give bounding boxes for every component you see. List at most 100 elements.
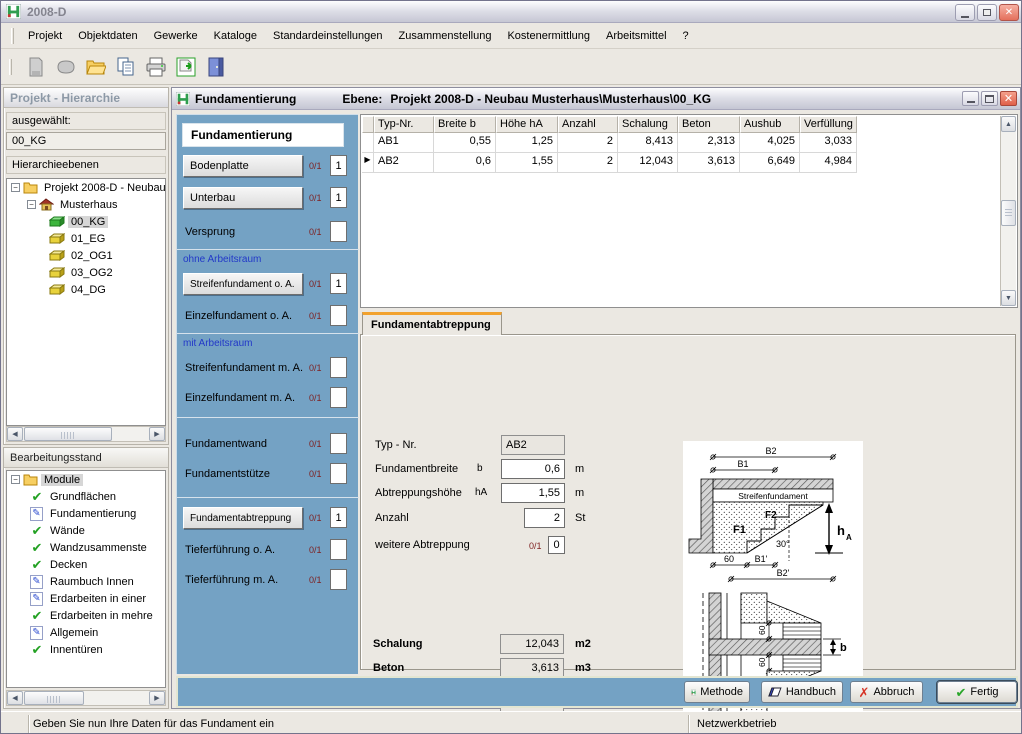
beton-field: 3,613	[500, 658, 564, 678]
hierarchy-hscrollbar[interactable]: ◀ ▶	[6, 426, 166, 442]
column-header[interactable]: Anzahl	[558, 116, 618, 133]
type-label-tieferfuehrung-ma[interactable]: Tieferführung m. A.	[185, 569, 278, 591]
menu-zusammenstellung[interactable]: Zusammenstellung	[391, 27, 500, 45]
type-button-unterbau[interactable]: Unterbau	[183, 187, 303, 209]
module-item-wandzusammenstellung[interactable]: ✔Wandzusammenste	[7, 539, 165, 556]
exit-door-icon[interactable]	[204, 55, 228, 79]
collapse-icon[interactable]: −	[11, 475, 20, 484]
count-field[interactable]: 1	[330, 273, 347, 294]
scroll-thumb[interactable]	[24, 427, 112, 441]
count-field[interactable]	[330, 433, 347, 454]
tree-item-level-03og2[interactable]: 03_OG2	[7, 264, 165, 281]
menu-kataloge[interactable]: Kataloge	[206, 27, 265, 45]
minimize-button[interactable]	[955, 4, 975, 21]
count-field[interactable]	[330, 569, 347, 590]
menu-help[interactable]: ?	[675, 27, 697, 45]
type-label-fundamentwand[interactable]: Fundamentwand	[185, 433, 267, 455]
module-item-decken[interactable]: ✔Decken	[7, 556, 165, 573]
type-button-fundamentabtreppung[interactable]: Fundamentabtreppung	[183, 507, 303, 529]
scroll-thumb[interactable]	[1001, 200, 1016, 226]
column-header[interactable]: Aushub	[740, 116, 800, 133]
weitere-abtreppung-input[interactable]	[548, 536, 565, 554]
tree-item-module-root[interactable]: − Module	[7, 471, 165, 488]
type-label-versprung[interactable]: Versprung	[185, 221, 235, 243]
type-button-bodenplatte[interactable]: Bodenplatte	[183, 155, 303, 177]
column-header[interactable]: Typ-Nr.	[374, 116, 434, 133]
tree-item-project[interactable]: − Projekt 2008-D - Neubau	[7, 179, 165, 196]
progress-hscrollbar[interactable]: ◀ ▶	[6, 690, 166, 706]
tree-item-level-01eg[interactable]: 01_EG	[7, 230, 165, 247]
collapse-icon[interactable]: −	[27, 200, 36, 209]
restore-button[interactable]	[977, 4, 997, 21]
tab-fundamentabtreppung[interactable]: Fundamentabtreppung	[362, 312, 502, 335]
tree-item-level-02og1[interactable]: 02_OG1	[7, 247, 165, 264]
column-header[interactable]: Beton	[678, 116, 740, 133]
scroll-right-icon[interactable]: ▶	[149, 691, 165, 705]
print-icon[interactable]	[144, 55, 168, 79]
tree-item-level-04dg[interactable]: 04_DG	[7, 281, 165, 298]
scroll-up-icon[interactable]: ▲	[1001, 116, 1016, 132]
scroll-down-icon[interactable]: ▼	[1001, 290, 1016, 306]
count-field[interactable]	[330, 539, 347, 560]
module-minimize-button[interactable]	[962, 91, 979, 106]
scroll-left-icon[interactable]: ◀	[7, 691, 23, 705]
module-item-allgemein[interactable]: ✎Allgemein	[7, 624, 165, 641]
count-field[interactable]: 1	[330, 155, 347, 176]
column-header[interactable]: Verfüllung	[800, 116, 857, 133]
module-item-erdarbeiten-einer[interactable]: ✎Erdarbeiten in einer	[7, 590, 165, 607]
column-header[interactable]: Höhe hA	[496, 116, 558, 133]
count-field[interactable]	[330, 221, 347, 242]
module-close-button[interactable]: ✕	[1000, 91, 1017, 106]
tree-item-level-00kg[interactable]: 00_KG	[7, 213, 165, 230]
menu-gewerke[interactable]: Gewerke	[146, 27, 206, 45]
type-label-streifenfundament-ma[interactable]: Streifenfundament m. A.	[185, 357, 303, 379]
export-icon[interactable]	[174, 55, 198, 79]
type-label-fundamentstuetze[interactable]: Fundamentstütze	[185, 463, 270, 485]
fundamentbreite-input[interactable]	[501, 459, 565, 479]
module-item-erdarbeiten-mehre[interactable]: ✔Erdarbeiten in mehre	[7, 607, 165, 624]
abtreppungshoehe-input[interactable]	[501, 483, 565, 503]
module-item-waende[interactable]: ✔Wände	[7, 522, 165, 539]
handbuch-button[interactable]: Handbuch	[761, 681, 843, 703]
toolbar	[1, 49, 1022, 85]
type-button-streifenfundament-oa[interactable]: Streifenfundament o. A.	[183, 273, 303, 295]
module-item-raumbuch-innen[interactable]: ✎Raumbuch Innen	[7, 573, 165, 590]
menu-kostenermittlung[interactable]: Kostenermittlung	[499, 27, 598, 45]
close-button[interactable]: ✕	[999, 4, 1019, 21]
new-document-icon[interactable]	[24, 55, 48, 79]
count-field[interactable]	[330, 387, 347, 408]
abbruch-button[interactable]: ✗ Abbruch	[850, 681, 923, 703]
count-field[interactable]: 1	[330, 187, 347, 208]
count-field[interactable]	[330, 357, 347, 378]
type-label-einzelfundament-oa[interactable]: Einzelfundament o. A.	[185, 305, 292, 327]
module-maximize-button[interactable]	[981, 91, 998, 106]
menu-standardeinstellungen[interactable]: Standardeinstellungen	[265, 27, 390, 45]
anzahl-input[interactable]	[524, 508, 565, 528]
column-header[interactable]: Breite b	[434, 116, 496, 133]
levels-header[interactable]: Hierarchieebenen	[6, 156, 166, 174]
tree-item-building[interactable]: − Musterhaus	[7, 196, 165, 213]
column-header[interactable]: Schalung	[618, 116, 678, 133]
module-item-innentueren[interactable]: ✔Innentüren	[7, 641, 165, 658]
type-label-einzelfundament-ma[interactable]: Einzelfundament m. A.	[185, 387, 295, 409]
module-item-fundamentierung[interactable]: ✎Fundamentierung	[7, 505, 165, 522]
scroll-thumb[interactable]	[24, 691, 84, 705]
count-field[interactable]	[330, 463, 347, 484]
menu-arbeitsmittel[interactable]: Arbeitsmittel	[598, 27, 675, 45]
copy-icon[interactable]	[114, 55, 138, 79]
methode-button[interactable]: Methode	[684, 681, 750, 703]
table-vscrollbar[interactable]: ▲ ▼	[1000, 116, 1016, 306]
scroll-left-icon[interactable]: ◀	[7, 427, 23, 441]
dim-60: 60	[757, 625, 767, 635]
type-label-tieferfuehrung-oa[interactable]: Tieferführung o. A.	[185, 539, 275, 561]
module-item-grundflaechen[interactable]: ✔Grundflächen	[7, 488, 165, 505]
menu-objektdaten[interactable]: Objektdaten	[70, 27, 145, 45]
scroll-right-icon[interactable]: ▶	[149, 427, 165, 441]
count-field[interactable]: 1	[330, 507, 347, 528]
menu-projekt[interactable]: Projekt	[20, 27, 70, 45]
count-field[interactable]	[330, 305, 347, 326]
collapse-icon[interactable]: −	[11, 183, 20, 192]
fertig-button[interactable]: ✔ Fertig	[937, 681, 1017, 703]
open-object-icon[interactable]	[54, 55, 78, 79]
open-folder-icon[interactable]	[84, 55, 108, 79]
